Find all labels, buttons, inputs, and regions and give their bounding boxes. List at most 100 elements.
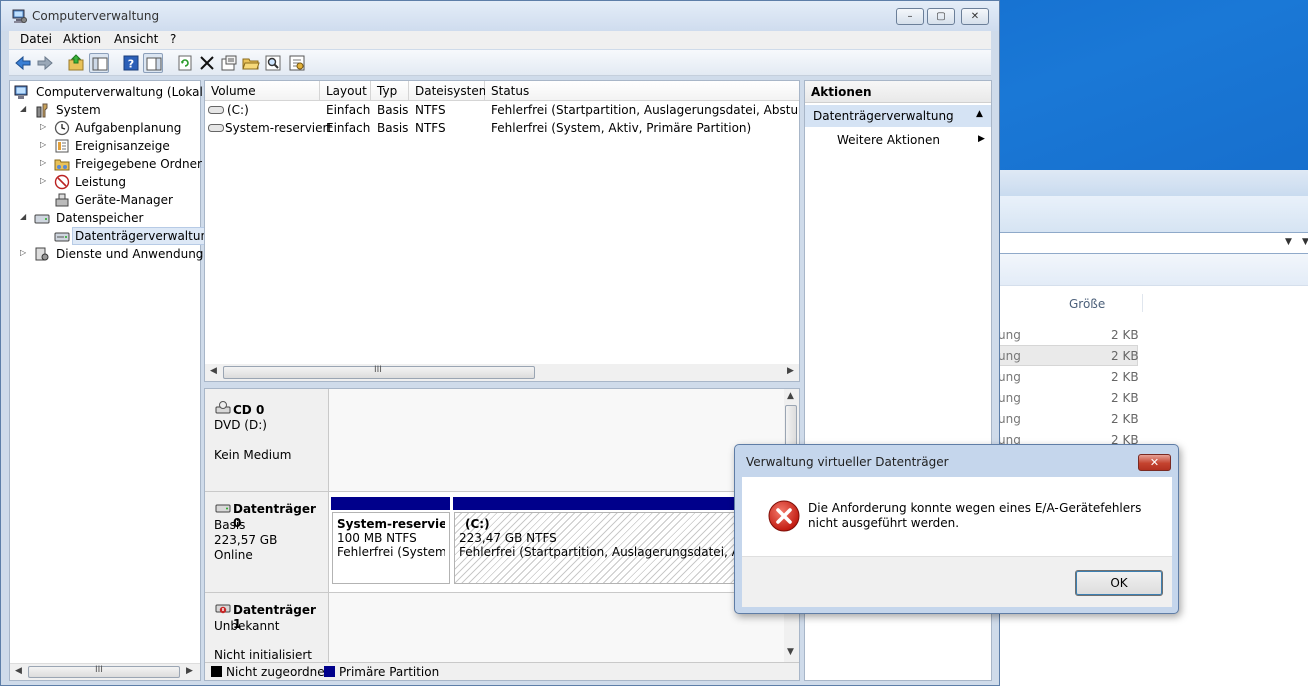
disk-row-disk0[interactable]: Datenträger 0 Basis 223,57 GB Online Sys… — [205, 492, 785, 593]
disk-row-disk1[interactable]: Datenträger 1 Unbekannt Nicht initialisi… — [205, 593, 785, 662]
disk-label[interactable]: Datenträger 1 Unbekannt Nicht initialisi… — [205, 593, 329, 662]
column-label: Typ — [377, 84, 398, 98]
up-folder-icon[interactable] — [67, 53, 87, 73]
menu-ansicht[interactable]: Ansicht — [114, 32, 158, 46]
file-size: 2 KB — [1111, 412, 1139, 426]
back-icon[interactable] — [13, 53, 33, 73]
dialog-title: Verwaltung virtueller Datenträger — [746, 455, 949, 469]
scroll-right-icon[interactable]: ▶ — [186, 666, 193, 676]
menu-help[interactable]: ? — [170, 32, 176, 46]
delete-icon[interactable] — [197, 53, 217, 73]
tree-horizontal-scrollbar[interactable]: ◀ III ▶ — [10, 663, 200, 680]
list-item[interactable]: ung 2 KB — [990, 408, 1308, 429]
error-icon — [767, 499, 801, 533]
maximize-button[interactable]: ▢ — [927, 8, 955, 25]
bg-column-size[interactable]: Größe — [1069, 297, 1105, 311]
show-tree-icon[interactable] — [89, 53, 109, 73]
cell-type: Basis — [377, 103, 409, 117]
hard-disk-icon — [215, 502, 231, 517]
computer-icon — [14, 84, 30, 100]
menu-aktion[interactable]: Aktion — [63, 32, 101, 46]
rescan-icon[interactable] — [287, 53, 307, 73]
partition-name: (C:) — [465, 517, 490, 531]
column-label: Dateisystem — [415, 84, 491, 98]
action-label: Weitere Aktionen — [837, 133, 940, 147]
performance-icon — [54, 174, 70, 190]
shared-folder-icon — [54, 156, 70, 172]
tree-item-label: Datenspeicher — [56, 211, 144, 225]
properties-icon[interactable] — [219, 53, 239, 73]
drive-icon — [208, 122, 224, 136]
chevron-down-icon[interactable]: ▼ — [1285, 237, 1292, 247]
tree-item-label: Ereignisanzeige — [75, 139, 170, 153]
unknown-disk-icon — [215, 602, 231, 619]
cell-layout: Einfach — [326, 121, 371, 135]
table-row[interactable]: System-reserviert Einfach Basis NTFS Feh… — [205, 119, 799, 137]
scroll-thumb[interactable]: III — [28, 665, 180, 678]
column-layout[interactable]: Layout — [320, 81, 371, 101]
disk-area: System-reserviert 100 MB NTFS Fehlerfrei… — [329, 492, 785, 593]
list-item[interactable]: ung 2 KB — [990, 324, 1308, 345]
actions-section-disk-management[interactable]: Datenträgerverwaltung ▲ — [805, 105, 991, 127]
disk-row-cd0[interactable]: CD 0 DVD (D:) Kein Medium — [205, 389, 785, 492]
bg-window-combo[interactable]: ▼ ▼ — [990, 232, 1308, 254]
column-volume[interactable]: Volume — [205, 81, 320, 101]
open-icon[interactable] — [241, 53, 261, 73]
action-pane-icon[interactable] — [143, 53, 163, 73]
file-size: 2 KB — [1111, 370, 1139, 384]
collapse-up-icon[interactable]: ▲ — [976, 109, 983, 119]
collapse-arrow-icon[interactable]: ◢ — [20, 104, 30, 114]
collapse-arrow-icon[interactable]: ◢ — [20, 212, 30, 222]
grip-icon: III — [374, 365, 382, 375]
volume-horizontal-scrollbar[interactable]: ◀ III ▶ — [205, 364, 799, 381]
disk-detail: Online — [214, 548, 253, 562]
legend: Nicht zugeordnet Primäre Partition — [205, 662, 799, 680]
scroll-left-icon[interactable]: ◀ — [15, 666, 22, 676]
scroll-up-icon[interactable]: ▲ — [787, 391, 794, 401]
dialog-close-button[interactable]: ✕ — [1138, 454, 1171, 471]
chevron-down-icon[interactable]: ▼ — [1302, 237, 1308, 247]
ok-button[interactable]: OK — [1075, 570, 1163, 596]
navigation-tree: Computerverwaltung (Lokal) ◢ System ▷ Au… — [9, 80, 219, 681]
tools-icon — [34, 102, 50, 118]
expand-arrow-icon[interactable]: ▷ — [40, 176, 50, 186]
title-bar[interactable]: Computerverwaltung – ▢ ✕ — [1, 1, 999, 31]
table-row[interactable]: (C:) Einfach Basis NTFS Fehlerfrei (Star… — [205, 101, 799, 119]
help-icon[interactable]: ? — [121, 53, 141, 73]
tree-item-label: Computerverwaltung (Lokal) — [36, 85, 208, 99]
disk-label[interactable]: CD 0 DVD (D:) Kein Medium — [205, 389, 329, 492]
expand-arrow-icon[interactable]: ▷ — [40, 122, 50, 132]
list-item[interactable]: ung 2 KB — [990, 366, 1308, 387]
list-item[interactable]: ung 2 KB — [990, 387, 1308, 408]
actions-header: Aktionen — [805, 81, 991, 103]
expand-arrow-icon[interactable]: ▷ — [20, 248, 30, 258]
column-status[interactable]: Status — [485, 81, 799, 101]
menu-datei[interactable]: Datei — [20, 32, 52, 46]
tree-item-label: Datenträgerverwaltung — [72, 227, 219, 245]
scroll-left-icon[interactable]: ◀ — [210, 366, 217, 376]
disk-detail: 223,57 GB — [214, 533, 278, 547]
partition-bar — [453, 497, 773, 510]
scroll-right-icon[interactable]: ▶ — [787, 366, 794, 376]
column-filesystem[interactable]: Dateisystem — [409, 81, 490, 101]
close-button[interactable]: ✕ — [961, 8, 989, 25]
disk-label[interactable]: Datenträger 0 Basis 223,57 GB Online — [205, 492, 329, 593]
forward-icon[interactable] — [35, 53, 55, 73]
expand-arrow-icon[interactable]: ▷ — [40, 158, 50, 168]
minimize-button[interactable]: – — [896, 8, 924, 25]
list-item[interactable]: ung 2 KB — [990, 345, 1308, 366]
more-actions-item[interactable]: Weitere Aktionen ▶ — [805, 130, 991, 150]
expand-arrow-icon[interactable]: ▷ — [40, 140, 50, 150]
legend-swatch-primary — [324, 666, 335, 677]
close-icon: ✕ — [1149, 456, 1160, 469]
partition-c[interactable]: (C:) 223,47 GB NTFS Fehlerfrei (Startpar… — [454, 512, 774, 584]
refresh-icon[interactable] — [175, 53, 195, 73]
bg-column-header[interactable]: Größe — [990, 292, 1308, 314]
column-type[interactable]: Typ — [371, 81, 409, 101]
partition-system-reserved[interactable]: System-reserviert 100 MB NTFS Fehlerfrei… — [332, 512, 450, 584]
scroll-down-icon[interactable]: ▼ — [787, 647, 794, 657]
search-icon[interactable] — [263, 53, 283, 73]
column-label: Status — [491, 84, 530, 98]
scroll-thumb[interactable]: III — [223, 365, 535, 379]
dialog-footer: OK — [742, 556, 1172, 607]
